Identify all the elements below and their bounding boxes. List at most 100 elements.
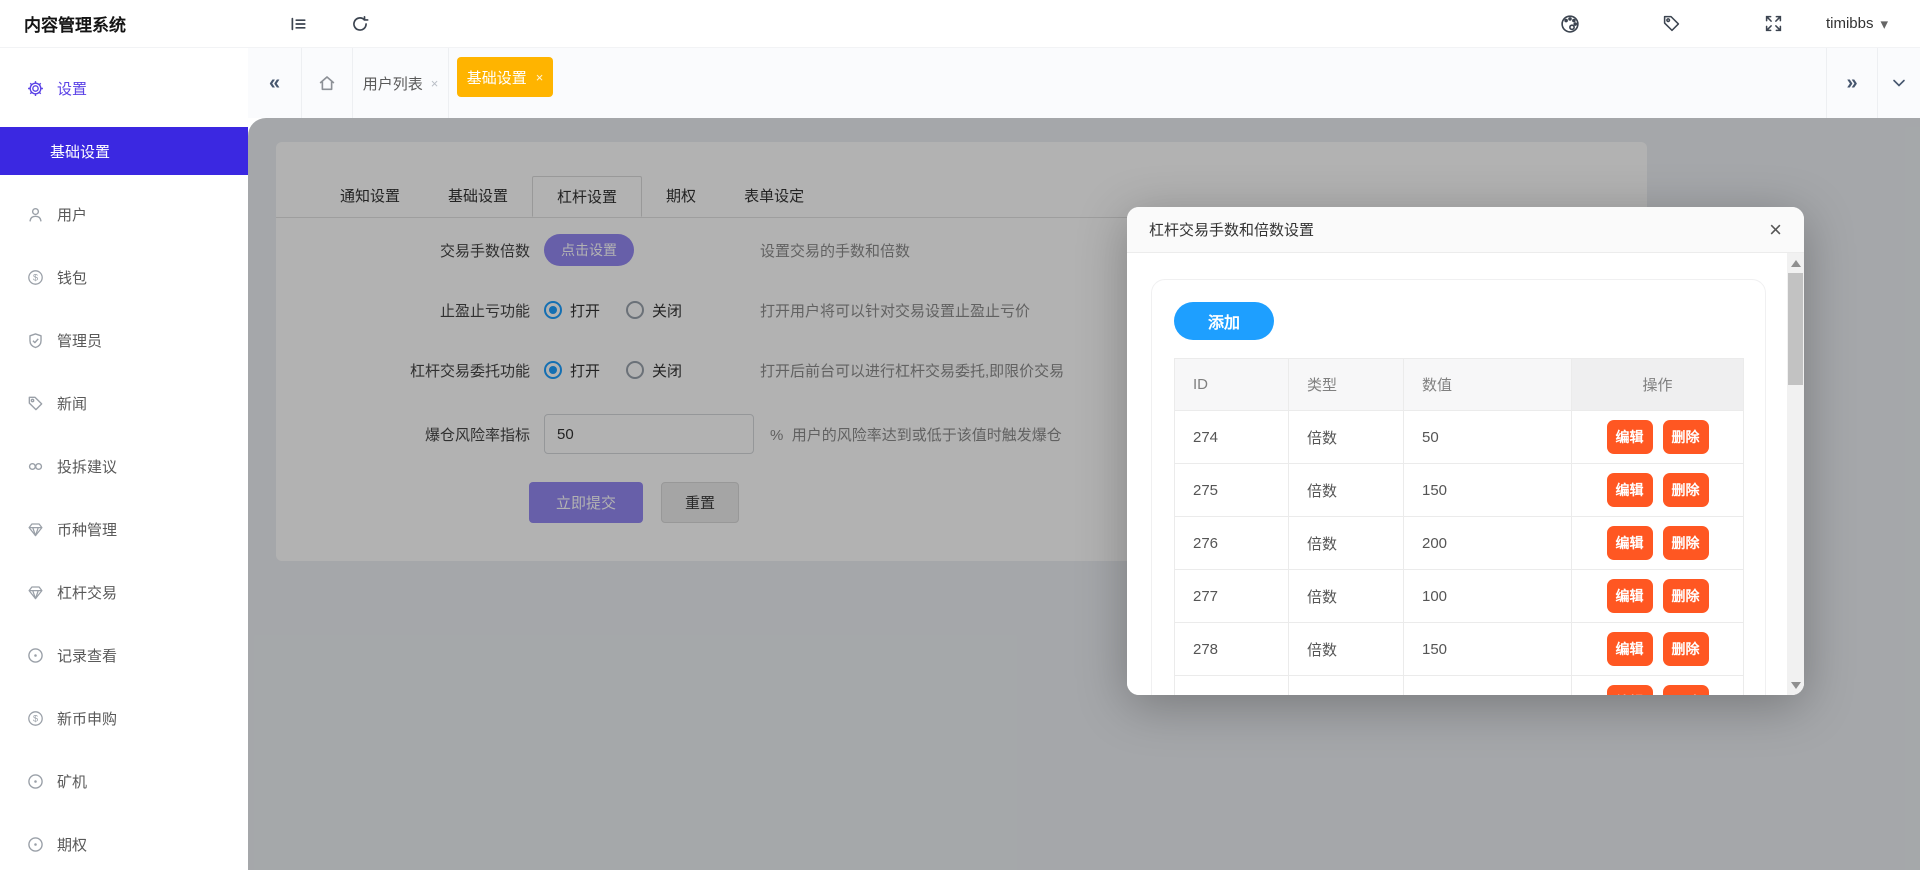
- fullscreen-icon[interactable]: [1762, 12, 1786, 36]
- delete-button[interactable]: 删除: [1663, 685, 1709, 695]
- svg-text:$: $: [33, 272, 38, 282]
- scrollbar-thumb[interactable]: [1788, 273, 1803, 385]
- sidebar-item[interactable]: 币种管理: [0, 505, 248, 553]
- home-icon: [317, 73, 337, 93]
- table-row: 278倍数150 编辑删除: [1175, 623, 1744, 676]
- top-header: 内容管理系统 timibbs ▾: [0, 0, 1920, 48]
- table-actions-cell: 编辑删除: [1572, 517, 1744, 570]
- table-row: 274倍数50编辑删除: [1175, 411, 1744, 464]
- dollar-icon: $: [27, 710, 44, 727]
- table-cell: 倍数: [1289, 464, 1404, 517]
- user-menu[interactable]: timibbs ▾: [1826, 15, 1888, 33]
- scroll-down-arrow-icon[interactable]: [1787, 677, 1804, 693]
- tab-user-list[interactable]: 用户列表 ×: [353, 48, 449, 118]
- sidebar-item[interactable]: 投拆建议: [0, 442, 248, 490]
- dollar-icon: $: [27, 269, 44, 286]
- sidebar-item-label: 投拆建议: [57, 456, 117, 477]
- gear-icon: [27, 80, 44, 97]
- sidebar-item-label: 管理员: [57, 330, 102, 351]
- table-cell: [1175, 676, 1289, 696]
- table-header: 类型: [1289, 359, 1404, 411]
- sidebar-item[interactable]: 新闻: [0, 379, 248, 427]
- table-cell: [1404, 676, 1572, 696]
- sidebar-item[interactable]: $ 新币申购: [0, 694, 248, 742]
- sidebar-item-label: 新闻: [57, 393, 87, 414]
- close-icon[interactable]: ×: [1769, 219, 1782, 241]
- edit-button[interactable]: 编辑: [1607, 685, 1653, 695]
- table-row: 277倍数100编辑删除: [1175, 570, 1744, 623]
- home-tab-button[interactable]: [302, 48, 353, 118]
- gem-icon: [27, 584, 44, 601]
- delete-button[interactable]: 删除: [1663, 473, 1709, 507]
- edit-button[interactable]: 编辑: [1607, 526, 1653, 560]
- tabs-scroll-left-button[interactable]: «: [248, 48, 302, 118]
- refresh-icon[interactable]: [348, 12, 372, 36]
- edit-button[interactable]: 编辑: [1607, 579, 1653, 613]
- username: timibbs: [1826, 15, 1874, 32]
- table-cell: 274: [1175, 411, 1289, 464]
- sidebar-item-label: 用户: [57, 204, 87, 225]
- delete-button[interactable]: 删除: [1663, 632, 1709, 666]
- sidebar-item[interactable]: $ 钱包: [0, 253, 248, 301]
- close-icon[interactable]: ×: [431, 76, 439, 91]
- table-cell: 50: [1404, 411, 1572, 464]
- leverage-table: ID类型数值操作274倍数50编辑删除275倍数150编辑删除276倍数200编…: [1174, 358, 1744, 695]
- sidebar-item[interactable]: 管理员: [0, 316, 248, 364]
- leverage-settings-modal: 杠杆交易手数和倍数设置 × 添加 ID类型数值操作274倍数50编辑删除275倍…: [1127, 207, 1804, 695]
- table-actions-cell: 编辑删除: [1572, 411, 1744, 464]
- add-button[interactable]: 添加: [1174, 302, 1274, 340]
- edit-button[interactable]: 编辑: [1607, 420, 1653, 454]
- close-icon[interactable]: ×: [536, 70, 544, 85]
- delete-button[interactable]: 删除: [1663, 526, 1709, 560]
- table-cell: 276: [1175, 517, 1289, 570]
- table-cell: 倍数: [1289, 570, 1404, 623]
- link-icon: [27, 458, 44, 475]
- app-logo: 内容管理系统: [0, 11, 248, 36]
- delete-button[interactable]: 删除: [1663, 420, 1709, 454]
- table-cell: 100: [1404, 570, 1572, 623]
- tabs-more-button[interactable]: [1878, 48, 1920, 118]
- sidebar-item[interactable]: 杠杆交易: [0, 568, 248, 616]
- table-row: 编辑删除: [1175, 676, 1744, 696]
- sidebar-item-label: 钱包: [57, 267, 87, 288]
- sidebar-item-label: 杠杆交易: [57, 582, 117, 603]
- sidebar-item[interactable]: 用户: [0, 190, 248, 238]
- user-icon: [27, 206, 44, 223]
- tab-label: 用户列表: [363, 73, 423, 94]
- table-cell: 278: [1175, 623, 1289, 676]
- tab-strip-right: »: [1826, 48, 1920, 118]
- table-cell: 倍数: [1289, 411, 1404, 464]
- table-cell: 150: [1404, 623, 1572, 676]
- modal-header: 杠杆交易手数和倍数设置 ×: [1127, 207, 1804, 253]
- sidebar-item[interactable]: 期权: [0, 820, 248, 868]
- modal-title: 杠杆交易手数和倍数设置: [1149, 219, 1314, 240]
- gem-icon: [27, 521, 44, 538]
- theme-palette-icon[interactable]: [1558, 12, 1582, 36]
- table-actions-cell: 编辑删除: [1572, 676, 1744, 696]
- table-header: 数值: [1404, 359, 1572, 411]
- edit-button[interactable]: 编辑: [1607, 473, 1653, 507]
- scroll-up-arrow-icon[interactable]: [1787, 255, 1804, 271]
- sidebar-item-label: 新币申购: [57, 708, 117, 729]
- tabs-scroll-right-button[interactable]: »: [1826, 48, 1878, 118]
- sidebar-item[interactable]: 基础设置: [0, 127, 248, 175]
- sidebar-item[interactable]: 设置: [0, 64, 248, 112]
- tab-basic-settings-active[interactable]: 基础设置 ×: [457, 57, 553, 97]
- modal-scrollbar[interactable]: [1787, 253, 1804, 695]
- svg-text:$: $: [33, 713, 38, 723]
- delete-button[interactable]: 删除: [1663, 579, 1709, 613]
- chevron-down-icon: [1892, 78, 1906, 88]
- clock-icon: [27, 647, 44, 664]
- sidebar-item-label: 矿机: [57, 771, 87, 792]
- sidebar-item-label: 基础设置: [50, 141, 110, 162]
- tag-icon: [27, 395, 44, 412]
- table-cell: 倍数: [1289, 623, 1404, 676]
- sidebar-item[interactable]: 记录查看: [0, 631, 248, 679]
- shield-icon: [27, 332, 44, 349]
- edit-button[interactable]: 编辑: [1607, 632, 1653, 666]
- tag-icon[interactable]: [1660, 12, 1684, 36]
- table-cell: [1289, 676, 1404, 696]
- table-row: 276倍数200编辑删除: [1175, 517, 1744, 570]
- sidebar-item[interactable]: 矿机: [0, 757, 248, 805]
- collapse-menu-icon[interactable]: [286, 12, 310, 36]
